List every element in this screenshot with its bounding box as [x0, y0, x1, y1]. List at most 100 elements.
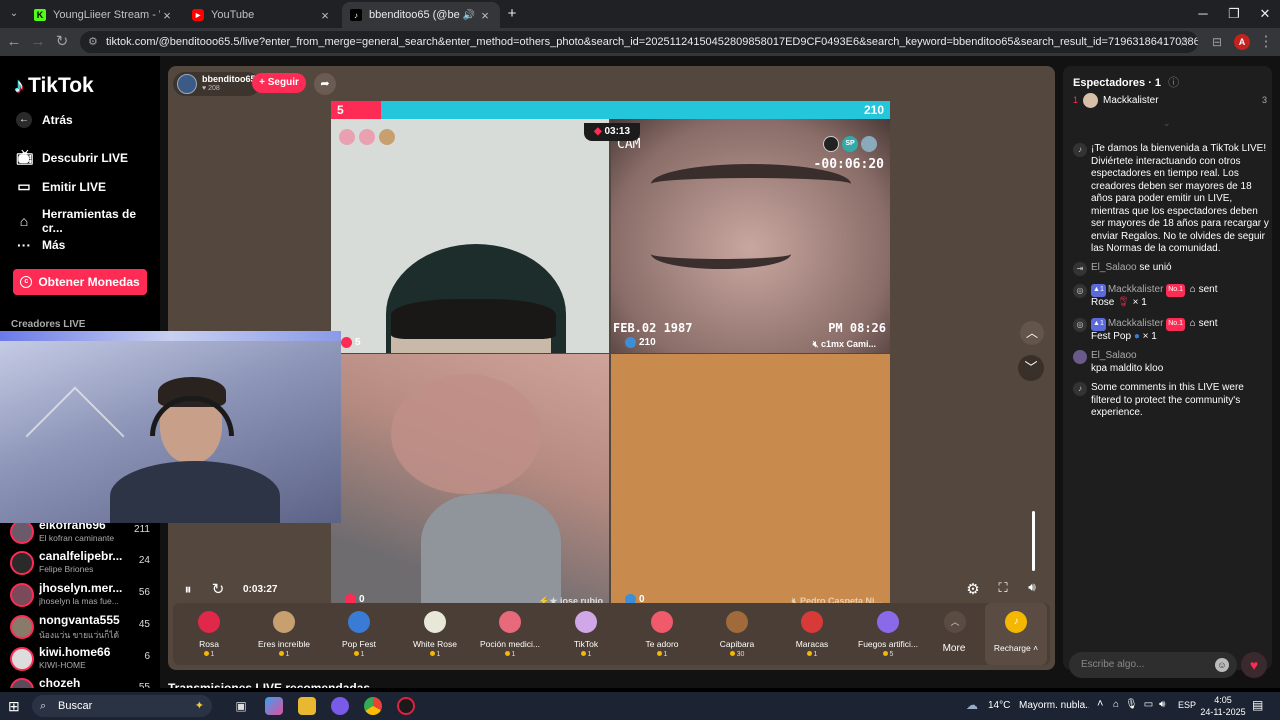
minimize-icon[interactable]: ─: [1188, 4, 1218, 24]
address-bar[interactable]: ⚙ tiktok.com/@benditooo65.5/live?enter_f…: [80, 31, 1198, 53]
chat-username[interactable]: El_Salaoo: [1091, 350, 1137, 361]
taskbar-search[interactable]: ⌕ Buscar ✦: [32, 695, 212, 717]
browser-menu-icon[interactable]: ⋮: [1256, 32, 1276, 52]
browser-tab-kick[interactable]: K YoungLiieer Stream - Watch Liv ×: [26, 2, 182, 28]
gift-name: Poción medici...: [480, 639, 540, 649]
recharge-button[interactable]: ♪ Recharge ˄: [985, 603, 1047, 665]
gift-name: Maracas: [795, 639, 829, 649]
restore-icon[interactable]: ❐: [1219, 4, 1249, 24]
close-window-icon[interactable]: ✕: [1250, 4, 1280, 24]
help-icon[interactable]: ⓘ: [1168, 77, 1179, 89]
gift-capibara[interactable]: Capibara 30: [701, 603, 773, 665]
chevron-up-icon[interactable]: ︿: [1020, 321, 1044, 345]
webcam-overlay[interactable]: [0, 331, 341, 523]
guest-video-4[interactable]: 0 🔇︎ Pedro Caspeta Ni...: [611, 354, 890, 607]
close-tab-icon[interactable]: ×: [478, 8, 492, 23]
creator-item[interactable]: chozeh_ 55: [8, 675, 154, 688]
gift-pocion[interactable]: Poción medici... 1: [474, 603, 546, 665]
gift-price: 1: [399, 651, 471, 658]
gift-te-adoro[interactable]: Te adoro 1: [626, 603, 698, 665]
follow-button[interactable]: + Seguir: [252, 73, 306, 93]
fullscreen-icon[interactable]: ⛶: [994, 580, 1012, 596]
tiktok-logo[interactable]: ♪ TikTok: [14, 74, 94, 98]
windows-start-icon[interactable]: ⊞: [8, 698, 20, 715]
cam-date: FEB.02 1987: [613, 321, 693, 335]
tv-icon: 📺︎: [16, 149, 34, 165]
creator-item[interactable]: nongvanta555 น้องแว่น ขายแว่นก็ได้ 45: [8, 612, 154, 642]
browser-tab-tiktok[interactable]: ♪ bbenditoo65 (@benditooo 🔊 ×: [342, 2, 500, 28]
forward-icon[interactable]: →: [28, 32, 48, 52]
gift-rosa[interactable]: Rosa 1: [173, 603, 245, 665]
new-tab-icon[interactable]: +: [504, 6, 520, 22]
tiktok-page: ♪ TikTok ← Atrás 📺︎ Descubrir LIVE ▭ Emi…: [0, 56, 1280, 688]
obs-icon[interactable]: [397, 697, 415, 715]
clock-date: 24-11-2025: [1200, 707, 1246, 717]
file-explorer-icon[interactable]: [298, 697, 316, 715]
app-icon[interactable]: [331, 697, 349, 715]
like-heart-button[interactable]: ♥: [1241, 652, 1267, 678]
viewers-title: Espectadores · 1: [1073, 77, 1162, 89]
guest-score: 210: [639, 337, 656, 348]
expand-chevron-icon[interactable]: ⌄: [1163, 118, 1171, 129]
gift-maracas[interactable]: Maracas 1: [776, 603, 848, 665]
creator-item[interactable]: jhoselyn.mer... jhoselyn la mas fue... 5…: [8, 580, 154, 610]
nav-discover-live[interactable]: 📺︎ Descubrir LIVE: [16, 149, 128, 166]
host-info[interactable]: bbenditoo65 ♥ 208: [173, 72, 260, 96]
reload-icon[interactable]: ↻: [52, 32, 72, 52]
get-coins-button[interactable]: c Obtener Monedas: [13, 269, 147, 295]
task-view-icon[interactable]: ▣: [232, 697, 250, 715]
gift-white-rose[interactable]: White Rose 1: [399, 603, 471, 665]
guest-video-3[interactable]: 0 ⚡★ jose rubio: [331, 354, 609, 607]
nav-creator-tools[interactable]: ⌂ Herramientas de cr...: [16, 207, 160, 235]
input-language[interactable]: ESP: [1178, 700, 1196, 710]
creator-item[interactable]: canalfelipebr... Felipe Briones 24: [8, 548, 154, 578]
tab-audio-icon[interactable]: 🔊: [463, 10, 475, 21]
chrome-icon[interactable]: [364, 697, 382, 715]
gift-pop-fest[interactable]: Pop Fest 1: [323, 603, 395, 665]
nav-go-live[interactable]: ▭ Emitir LIVE: [16, 178, 106, 195]
tab-search-chevron-icon[interactable]: ⌄: [6, 6, 22, 22]
volume-slider[interactable]: [1032, 511, 1035, 571]
creator-item[interactable]: kiwi.home66 KIWI-HOME 6: [8, 644, 154, 674]
guest-video-2[interactable]: CAM -00:06:20 FEB.02 1987 PM 08:26 SP 21…: [611, 119, 890, 353]
gift-eres-increible[interactable]: Eres increíble 1: [248, 603, 320, 665]
pause-icon[interactable]: ⏸︎: [180, 581, 196, 598]
site-info-icon[interactable]: ⚙: [88, 31, 98, 53]
chat-input[interactable]: Escribe algo... ☺: [1069, 652, 1237, 678]
chat-username[interactable]: El_Salaoo: [1091, 262, 1137, 273]
share-icon[interactable]: ➦: [314, 73, 336, 95]
led-strip: [0, 331, 341, 341]
refresh-icon[interactable]: ↻: [210, 580, 226, 598]
gift-verb: sent: [1198, 284, 1218, 295]
chat-username[interactable]: Mackkalister: [1108, 284, 1164, 295]
back-link[interactable]: ← Atrás: [16, 112, 73, 128]
more-gifts-button[interactable]: ︿ More: [918, 603, 990, 665]
join-text: se unió: [1139, 262, 1172, 273]
gift-tiktok[interactable]: TikTok 1: [550, 603, 622, 665]
close-tab-icon[interactable]: ×: [318, 8, 332, 23]
bookmark-star-icon[interactable]: ☆: [1178, 31, 1190, 53]
profile-avatar[interactable]: A: [1234, 34, 1250, 50]
volume-icon[interactable]: 🔊︎: [1023, 580, 1041, 595]
tray-chevron-icon[interactable]: ˄: [1097, 698, 1103, 710]
weather-description: Mayorm. nubla...: [1019, 700, 1089, 711]
chat-username[interactable]: Mackkalister: [1108, 318, 1164, 329]
emoji-icon[interactable]: ☺: [1215, 658, 1229, 672]
guest-score: 5: [355, 337, 361, 348]
chevron-down-icon[interactable]: ﹀: [1018, 355, 1044, 381]
close-tab-icon[interactable]: ×: [160, 8, 174, 23]
top-viewer-row[interactable]: 1 Mackkalister 3: [1071, 93, 1267, 111]
notifications-icon[interactable]: ▤: [1252, 698, 1263, 712]
settings-gear-icon[interactable]: ⚙: [964, 580, 982, 598]
browser-tab-youtube[interactable]: ▶ YouTube ×: [184, 2, 340, 28]
back-icon[interactable]: ←: [4, 32, 24, 52]
clock[interactable]: 4:05 24-11-2025: [1200, 694, 1246, 718]
arrow-left-icon: ←: [16, 112, 32, 128]
guest-video-1[interactable]: 5: [331, 119, 609, 353]
score-icon: [341, 337, 352, 348]
gift-fuegos[interactable]: Fuegos artifici... 5: [852, 603, 924, 665]
cast-icon[interactable]: ⊟: [1207, 32, 1227, 52]
copilot-icon[interactable]: [265, 697, 283, 715]
nav-more[interactable]: ··· Más: [16, 237, 65, 253]
tray-icons[interactable]: ⌂🎙︎▭🔊︎: [1113, 699, 1171, 710]
